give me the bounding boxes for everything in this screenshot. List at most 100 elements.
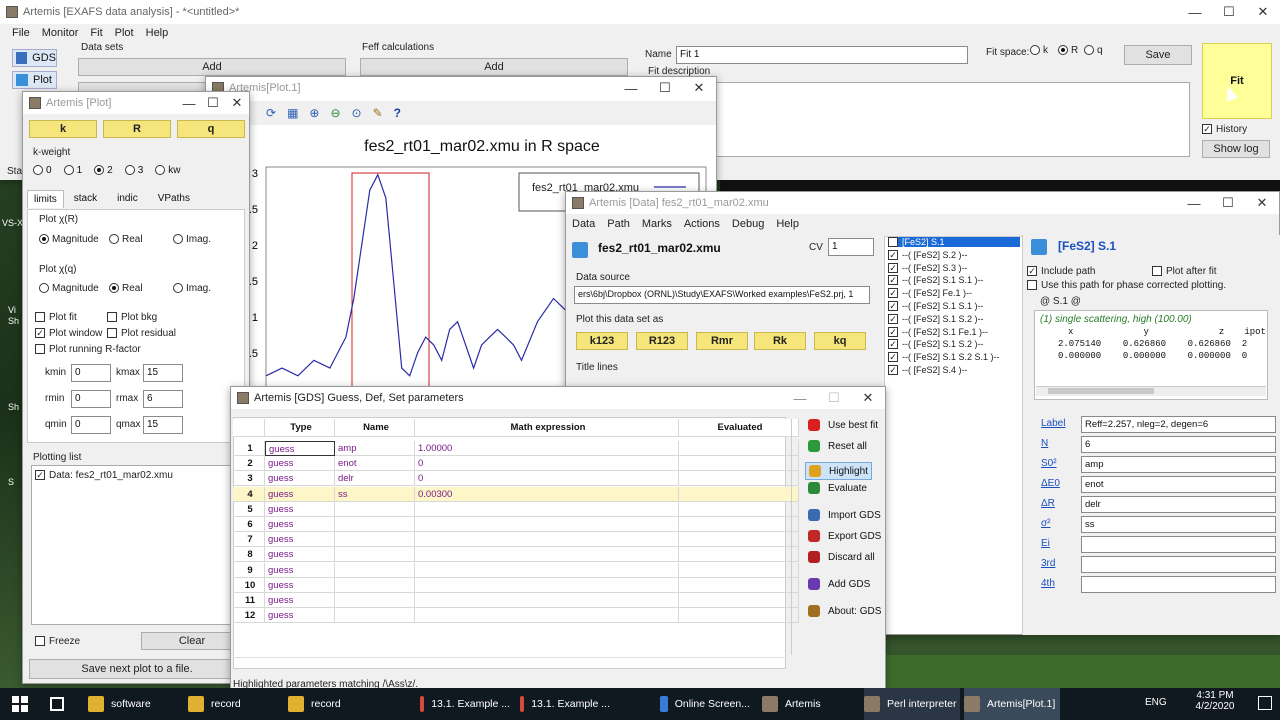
plot-kq-button[interactable]: kq — [814, 332, 866, 350]
clear-button[interactable]: Clear — [141, 632, 243, 650]
path-checkbox[interactable]: ✓ — [888, 313, 898, 324]
add-dataset-button[interactable]: Add — [78, 58, 346, 76]
param-value-field[interactable]: Reff=2.257, nleg=2, degen=6 — [1081, 416, 1276, 433]
show-log-button[interactable]: Show log — [1202, 140, 1270, 158]
menu-plot[interactable]: Plot — [115, 27, 134, 39]
menu-fit[interactable]: Fit — [90, 27, 102, 39]
gds-highlightbutton[interactable]: Highlight — [805, 462, 872, 480]
plot-rk-button[interactable]: Rk — [754, 332, 806, 350]
gds-table-row[interactable]: 5 guess — [233, 501, 799, 517]
gds-table-row[interactable]: 3 guess delr 0 — [233, 471, 799, 487]
refresh-icon[interactable]: ⟳ — [266, 106, 276, 120]
freeze-checkbox[interactable]: Freeze — [35, 636, 80, 647]
plot-rmr-button[interactable]: Rmr — [696, 332, 748, 350]
plot-button[interactable]: Plot — [12, 71, 57, 89]
tab-stack[interactable]: stack — [64, 190, 107, 208]
minimize-icon[interactable]: — — [614, 77, 648, 99]
minimize-icon[interactable]: — — [177, 92, 201, 114]
gds-export-gdsbutton[interactable]: Export GDS — [808, 530, 881, 542]
minimize-icon[interactable]: — — [1177, 192, 1211, 214]
param-value-field[interactable] — [1081, 536, 1276, 553]
param-label-link[interactable]: S0² — [1041, 458, 1057, 469]
gds-about-gdsbutton[interactable]: About: GDS — [808, 605, 881, 617]
rmax-input[interactable]: 6 — [143, 390, 183, 408]
path-list-item[interactable]: ✓ --( [FeS2] S.2 )-- — [888, 249, 968, 260]
menu-marks[interactable]: Marks — [642, 218, 672, 230]
include-path-checkbox[interactable]: ✓ Include path — [1027, 266, 1096, 277]
path-checkbox[interactable]: ✓ — [888, 352, 898, 363]
gds-table-row[interactable]: 1 guess amp 1.00000 — [233, 441, 799, 456]
gds-table-row[interactable]: 7 guess — [233, 532, 799, 548]
cv-input[interactable]: 1 — [828, 238, 874, 256]
param-label-link[interactable]: σ² — [1041, 518, 1051, 529]
path-checkbox[interactable]: ✓ — [888, 301, 898, 311]
gds-use-best-fitbutton[interactable]: Use best fit — [808, 419, 878, 431]
zoom-out-icon[interactable]: ⊖ — [330, 106, 340, 120]
close-icon[interactable]: ✕ — [682, 77, 716, 99]
param-label-link[interactable]: ΔE0 — [1041, 478, 1060, 489]
path-list-item[interactable]: ✓ --( [FeS2] S.1 S.2 S.1 )-- — [888, 352, 1000, 363]
path-list-item[interactable]: ✓ --( [FeS2] S.1 S.1 )-- — [888, 275, 984, 286]
plot-running-rfactor-checkbox[interactable]: Plot running R-factor — [35, 344, 141, 355]
taskbar-item[interactable]: Online Screen... — [660, 688, 750, 720]
plot-k-button[interactable]: k — [29, 120, 97, 138]
fit-button[interactable]: Fit — [1202, 43, 1272, 119]
menu-help[interactable]: Help — [146, 27, 169, 39]
param-label-link[interactable]: Label — [1041, 418, 1065, 429]
kweight-3-radio[interactable]: 3 — [124, 165, 143, 176]
taskbar-item[interactable]: Artemis[Plot.1] — [964, 688, 1060, 720]
param-value-field[interactable] — [1081, 576, 1276, 593]
path-list-item[interactable]: ✓ --( [FeS2] Fe.1 )-- — [888, 288, 972, 299]
tab-limits[interactable]: limits — [27, 190, 64, 208]
taskbar-item[interactable]: record — [188, 688, 278, 720]
kweight-1-radio[interactable]: 1 — [63, 165, 82, 176]
clock[interactable]: 4:31 PM 4/2/2020 — [1185, 690, 1245, 712]
path-checkbox[interactable]: ✓ — [888, 262, 898, 273]
path-checkbox[interactable]: ✓ — [888, 275, 898, 286]
menu-file[interactable]: File — [12, 27, 30, 39]
param-label-link[interactable]: 4th — [1041, 578, 1055, 589]
help-icon[interactable]: ? — [394, 106, 401, 120]
menu-monitor[interactable]: Monitor — [42, 27, 79, 39]
path-checkbox[interactable]: ✓ — [888, 326, 898, 337]
path-checkbox[interactable]: ✓ — [888, 249, 898, 260]
plotting-list-item[interactable]: ✓ Data: fes2_rt01_mar02.xmu — [35, 470, 173, 481]
menu-data[interactable]: Data — [572, 218, 595, 230]
maximize-icon[interactable]: ☐ — [817, 387, 851, 409]
param-label-link[interactable]: ΔR — [1041, 498, 1055, 509]
path-list-item[interactable]: ✓ --( [FeS2] S.1 S.2 )-- — [888, 313, 984, 324]
phase-corrected-checkbox[interactable]: Use this path for phase corrected plotti… — [1027, 280, 1226, 291]
gds-table-row[interactable]: 9 guess — [233, 562, 799, 578]
gds-table-row[interactable]: 6 guess — [233, 517, 799, 532]
close-icon[interactable]: ✕ — [851, 387, 885, 409]
plot-fit-checkbox[interactable]: Plot fit — [35, 312, 77, 323]
param-value-field[interactable]: delr — [1081, 496, 1276, 513]
fitspace-r-radio[interactable]: R — [1058, 45, 1078, 56]
gds-reset-allbutton[interactable]: Reset all — [808, 440, 867, 452]
param-label-link[interactable]: N — [1041, 438, 1048, 449]
path-list-item[interactable]: ✓ --( [FeS2] S.1 Fe.1 )-- — [888, 326, 988, 337]
language-indicator[interactable]: ENG — [1145, 697, 1167, 708]
gds-table-row[interactable]: 2 guess enot 0 — [233, 456, 799, 472]
kweight-kw-radio[interactable]: kw — [155, 165, 180, 176]
fit-description-textarea[interactable] — [715, 82, 1190, 157]
history-checkbox[interactable]: ✓ History — [1202, 124, 1247, 135]
fitspace-q-radio[interactable]: q — [1084, 45, 1103, 56]
param-label-link[interactable]: Ei — [1041, 538, 1050, 549]
path-list-item[interactable]: ✓ --( [FeS2] S.1 S.1 )-- — [888, 301, 984, 311]
maximize-icon[interactable]: ☐ — [1212, 0, 1246, 24]
chi-q-magnitude-radio[interactable]: Magnitude — [39, 283, 99, 294]
path-checkbox[interactable]: ✓ — [888, 237, 898, 247]
gds-discard-allbutton[interactable]: Discard all — [808, 551, 875, 563]
start-windows-icon[interactable] — [12, 696, 28, 712]
add-feff-button[interactable]: Add — [360, 58, 628, 76]
plot-k123-button[interactable]: k123 — [576, 332, 628, 350]
param-value-field[interactable]: 6 — [1081, 436, 1276, 453]
kweight-0-radio[interactable]: 0 — [33, 165, 52, 176]
gds-table-row[interactable]: 11 guess — [233, 593, 799, 608]
gds-evaluatebutton[interactable]: Evaluate — [808, 482, 867, 494]
zoom-reset-icon[interactable]: ⊙ — [352, 106, 362, 120]
path-checkbox[interactable]: ✓ — [888, 339, 898, 350]
minimize-icon[interactable]: — — [1178, 0, 1212, 24]
param-value-field[interactable]: ss — [1081, 516, 1276, 533]
